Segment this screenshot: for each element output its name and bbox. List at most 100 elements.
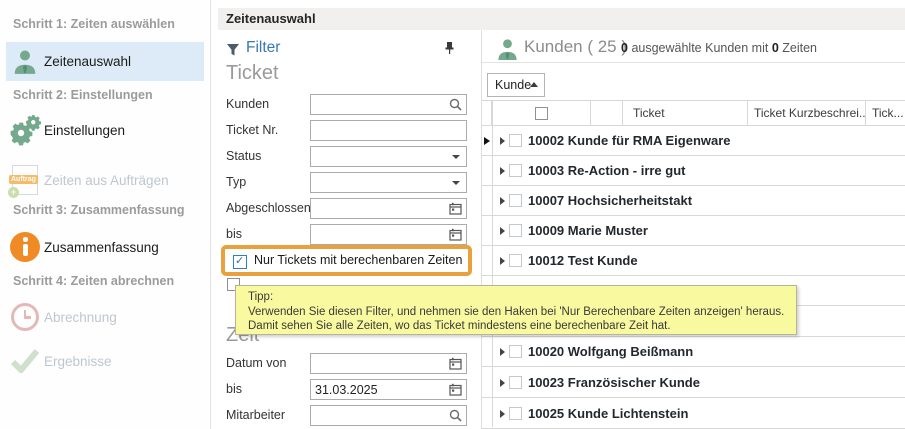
zeit-bis-date-input[interactable] bbox=[310, 379, 467, 400]
column-header-ticket[interactable]: Ticket bbox=[623, 100, 748, 126]
field-label: Datum von bbox=[226, 353, 286, 374]
column-header-ticket-cut[interactable]: Tick... bbox=[866, 100, 905, 126]
bis-date-input[interactable] bbox=[310, 224, 467, 245]
mitarbeiter-input[interactable] bbox=[315, 407, 445, 424]
table-row[interactable]: 10023 Französischer Kunde bbox=[482, 368, 905, 398]
typ-dropdown[interactable] bbox=[310, 172, 467, 193]
kunden-search-input[interactable] bbox=[310, 94, 467, 115]
clock-icon bbox=[6, 303, 44, 331]
row-checkbox[interactable] bbox=[509, 407, 522, 420]
calendar-icon[interactable] bbox=[449, 228, 462, 241]
times-count: 0 bbox=[772, 41, 779, 55]
gears-icon bbox=[6, 114, 44, 146]
sidebar-item-ergebnisse[interactable]: Ergebnisse bbox=[6, 341, 204, 381]
tooltip-line: Verwenden Sie diesen Filter, und nehmen … bbox=[248, 305, 796, 320]
sidebar-item-abrechnung[interactable]: Abrechnung bbox=[6, 297, 204, 337]
filter-field-zeit-bis: bis bbox=[226, 379, 467, 400]
row-checkbox[interactable] bbox=[509, 345, 522, 358]
ticket-section-title: Ticket bbox=[226, 62, 279, 85]
table-row[interactable]: 10007 Hochsicherheitstakt bbox=[482, 186, 905, 216]
calendar-icon[interactable] bbox=[449, 357, 462, 370]
field-label: bis bbox=[226, 379, 242, 400]
zeit-bis-input[interactable] bbox=[315, 381, 445, 398]
table-row[interactable]: 10002 Kunde für RMA Eigenware bbox=[482, 126, 905, 156]
chevron-down-icon[interactable] bbox=[452, 181, 460, 185]
expand-arrow-icon[interactable] bbox=[500, 379, 505, 387]
expand-arrow-icon[interactable] bbox=[500, 410, 505, 418]
field-label: Typ bbox=[226, 172, 246, 193]
nur-tickets-checkbox[interactable] bbox=[233, 255, 247, 269]
abgeschlossen-input[interactable] bbox=[315, 200, 445, 217]
tooltip-line: Damit sehen Sie alle Zeiten, wo das Tick… bbox=[248, 319, 796, 334]
sidebar-item-zusammenfassung[interactable]: Zusammenfassung bbox=[6, 227, 204, 267]
mitarbeiter-search-input[interactable] bbox=[310, 405, 467, 426]
table-row[interactable]: 10025 Kunde Lichtenstein bbox=[482, 399, 905, 429]
column-header-empty[interactable] bbox=[591, 100, 623, 126]
row-checkbox[interactable] bbox=[509, 254, 522, 267]
table-row[interactable]: 10020 Wolfgang Beißmann bbox=[482, 337, 905, 367]
pin-icon[interactable] bbox=[444, 41, 455, 60]
group-by-label: Kunde bbox=[495, 78, 531, 92]
abgeschlossen-date-input[interactable] bbox=[310, 198, 467, 219]
column-header-checkbox[interactable] bbox=[492, 100, 591, 126]
expand-arrow-icon[interactable] bbox=[500, 197, 505, 205]
highlight-box: Nur Tickets mit berechenbaren Zeiten bbox=[221, 245, 472, 276]
sidebar-item-einstellungen[interactable]: Einstellungen bbox=[6, 110, 204, 150]
expand-arrow-icon[interactable] bbox=[500, 227, 505, 235]
group-by-kunde-button[interactable]: Kunde bbox=[487, 73, 545, 97]
sidebar-item-label: Einstellungen bbox=[44, 123, 125, 138]
datum-von-date-input[interactable] bbox=[310, 353, 467, 374]
row-label: 10007 Hochsicherheitstakt bbox=[528, 186, 692, 215]
ticket-nr-input-box[interactable] bbox=[310, 120, 467, 141]
bis-input[interactable] bbox=[315, 226, 445, 243]
step-header-1: Schritt 1: Zeiten auswählen bbox=[13, 17, 175, 31]
sort-ascending-icon bbox=[530, 82, 538, 87]
check-icon bbox=[6, 349, 44, 373]
summary-text: ausgewählte Kunden mit bbox=[631, 41, 768, 55]
row-label: 10025 Kunde Lichtenstein bbox=[528, 399, 688, 428]
select-all-checkbox[interactable] bbox=[535, 107, 548, 120]
expand-arrow-icon[interactable] bbox=[500, 257, 505, 265]
sidebar-item-zeitenauswahl[interactable]: Zeitenauswahl bbox=[6, 42, 204, 81]
row-checkbox[interactable] bbox=[509, 224, 522, 237]
expand-arrow-icon[interactable] bbox=[500, 137, 505, 145]
datum-von-input[interactable] bbox=[315, 355, 445, 372]
checkbox-label: Nur Tickets mit berechenbaren Zeiten bbox=[254, 253, 462, 267]
row-checkbox[interactable] bbox=[509, 376, 522, 389]
table-row[interactable]: 10003 Re-Action - irre gut bbox=[482, 156, 905, 186]
calendar-icon[interactable] bbox=[449, 202, 462, 215]
row-label: 10002 Kunde für RMA Eigenware bbox=[528, 126, 731, 155]
search-icon[interactable] bbox=[449, 98, 462, 111]
tooltip: Tipp: Verwenden Sie diesen Filter, und n… bbox=[235, 285, 797, 335]
order-document-icon: Auftrag+ bbox=[6, 165, 44, 195]
app-window: { "colors":{"accent_green":"#74a98d","ac… bbox=[0, 0, 905, 429]
column-header-selector bbox=[482, 100, 492, 126]
table-row[interactable]: 10009 Marie Muster bbox=[482, 216, 905, 246]
status-dropdown[interactable] bbox=[310, 146, 467, 167]
filter-field-status: Status bbox=[226, 146, 467, 167]
table-row[interactable]: 10012 Test Kunde bbox=[482, 246, 905, 276]
kunden-input[interactable] bbox=[315, 96, 445, 113]
field-label: Mitarbeiter bbox=[226, 405, 285, 426]
filter-field-abgeschlossen: Abgeschlossen bbox=[226, 198, 467, 219]
row-checkbox[interactable] bbox=[509, 164, 522, 177]
status-input[interactable] bbox=[315, 148, 445, 165]
chevron-down-icon[interactable] bbox=[452, 155, 460, 159]
column-header-kurzbeschreibung[interactable]: Ticket Kurzbeschrei... bbox=[748, 100, 866, 126]
ticket-nr-input[interactable] bbox=[315, 122, 445, 139]
sidebar-item-label: Ergebnisse bbox=[44, 354, 112, 369]
row-checkbox[interactable] bbox=[509, 194, 522, 207]
row-checkbox[interactable] bbox=[509, 134, 522, 147]
row-label: 10023 Französischer Kunde bbox=[528, 368, 700, 397]
expand-arrow-icon[interactable] bbox=[500, 348, 505, 356]
divider bbox=[482, 62, 905, 63]
calendar-icon[interactable] bbox=[449, 383, 462, 396]
typ-input[interactable] bbox=[315, 174, 445, 191]
sidebar-item-zeiten-aus-auftraegen[interactable]: Auftrag+ Zeiten aus Aufträgen bbox=[6, 158, 204, 202]
wizard-sidebar: Schritt 1: Zeiten auswählen Zeitenauswah… bbox=[0, 0, 211, 429]
filter-field-mitarbeiter: Mitarbeiter bbox=[226, 405, 467, 426]
step-header-3: Schritt 3: Zusammenfassung bbox=[13, 203, 185, 217]
expand-arrow-icon[interactable] bbox=[500, 167, 505, 175]
search-icon[interactable] bbox=[449, 409, 462, 422]
divider bbox=[492, 100, 493, 427]
